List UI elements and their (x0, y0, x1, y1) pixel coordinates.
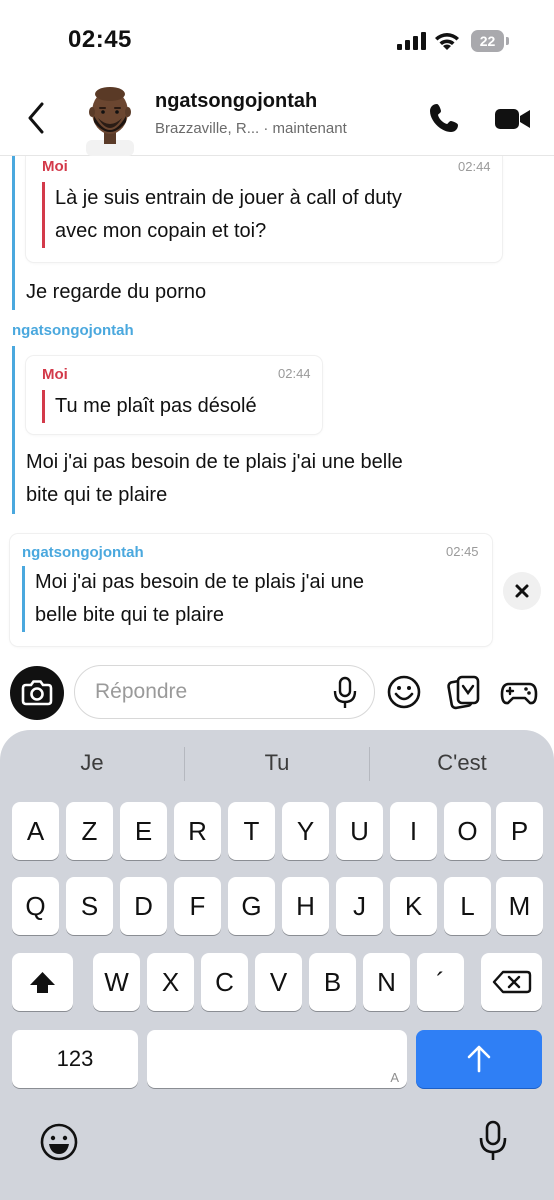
quote-line: avec mon copain et toi? (55, 220, 267, 242)
reply-preview-text: Moi j'ai pas besoin de te plais j'ai une… (22, 566, 472, 632)
key[interactable]: Z (66, 802, 113, 860)
battery-level: 22 (479, 33, 496, 49)
space-bar[interactable]: A (147, 1030, 407, 1088)
key[interactable]: C (201, 953, 248, 1011)
key[interactable]: I (390, 802, 437, 860)
status-time: 02:45 (68, 26, 132, 53)
contact-name[interactable]: ngatsongojontah (155, 90, 317, 113)
battery-indicator: 22 (471, 30, 509, 52)
reply-preview-time: 02:45 (446, 544, 479, 559)
close-reply-icon[interactable] (503, 572, 541, 610)
status-bar: 02:45 22 (0, 0, 554, 78)
suggestion[interactable]: Je (0, 730, 184, 796)
quote-time: 02:44 (458, 159, 491, 174)
avatar[interactable] (78, 82, 142, 156)
reply-preview-card[interactable]: ngatsongojontah 02:45 Moi j'ai pas besoi… (10, 534, 492, 646)
key[interactable]: T (228, 802, 275, 860)
key[interactable]: W (93, 953, 140, 1011)
message-group (12, 156, 15, 310)
emoji-icon[interactable] (384, 672, 424, 712)
wifi-icon (435, 33, 459, 50)
key[interactable]: O (444, 802, 491, 860)
backspace-icon (492, 970, 532, 994)
suggestion[interactable]: C'est (370, 730, 554, 796)
quote-text: Tu me plaît pas désolé (42, 390, 312, 423)
key[interactable]: R (174, 802, 221, 860)
camera-icon (21, 680, 53, 706)
video-call-icon[interactable] (494, 104, 532, 134)
key[interactable]: U (336, 802, 383, 860)
reply-input-wrapper (74, 665, 375, 719)
game-controller-icon[interactable] (499, 672, 539, 712)
space-language-hint: A (390, 1070, 399, 1085)
delete-key[interactable] (481, 953, 542, 1011)
quote-text: Là je suis entrain de jouer à call of du… (42, 182, 482, 248)
reply-preview-line: Moi j'ai pas besoin de te plais j'ai une (35, 571, 364, 593)
key[interactable]: P (496, 802, 543, 860)
contact-location-status: Brazzaville, R... · maintenant (155, 120, 347, 137)
shift-key[interactable] (12, 953, 73, 1011)
quote-sender: Moi (42, 158, 68, 175)
quote-time: 02:44 (278, 366, 311, 381)
key[interactable]: J (336, 877, 383, 935)
quoted-message-card[interactable]: Moi 02:44 Là je suis entrain de jouer à … (26, 156, 502, 262)
key[interactable]: K (390, 877, 437, 935)
key[interactable]: L (444, 877, 491, 935)
key[interactable]: Y (282, 802, 329, 860)
keyboard: Je Tu C'est A Z E R T Y U I O P Q S D F … (0, 730, 554, 1200)
key[interactable]: B (309, 953, 356, 1011)
message-text: Moi j'ai pas besoin de te plais j'ai une… (26, 446, 526, 512)
autocomplete-bar: Je Tu C'est (0, 730, 554, 796)
accent-key[interactable]: ´ (417, 953, 464, 1011)
reply-preview-line: belle bite qui te plaire (35, 604, 225, 626)
quote-sender: Moi (42, 366, 68, 383)
key[interactable]: N (363, 953, 410, 1011)
composer-bar (0, 654, 554, 730)
send-key[interactable] (416, 1030, 542, 1088)
arrow-up-icon (467, 1045, 491, 1073)
key[interactable]: V (255, 953, 302, 1011)
phone-call-icon[interactable] (428, 102, 464, 134)
key[interactable]: X (147, 953, 194, 1011)
camera-button[interactable] (10, 666, 64, 720)
suggestion[interactable]: Tu (185, 730, 369, 796)
message-line: Moi j'ai pas besoin de te plais j'ai une… (26, 451, 403, 473)
numbers-key[interactable]: 123 (12, 1030, 138, 1088)
quote-line: Tu me plaît pas désolé (55, 395, 257, 417)
message-group (12, 346, 15, 514)
key[interactable]: E (120, 802, 167, 860)
message-sender: ngatsongojontah (12, 322, 134, 339)
emoji-keyboard-icon[interactable] (38, 1121, 80, 1163)
key[interactable]: H (282, 877, 329, 935)
dictation-microphone-icon[interactable] (478, 1120, 508, 1164)
chat-header: ngatsongojontah Brazzaville, R... · main… (0, 78, 554, 156)
message-text: Je regarde du porno (26, 281, 207, 303)
sticker-icon[interactable] (444, 672, 484, 712)
back-button[interactable] (22, 100, 50, 136)
key[interactable]: D (120, 877, 167, 935)
key[interactable]: M (496, 877, 543, 935)
message-line: bite qui te plaire (26, 484, 168, 506)
key[interactable]: F (174, 877, 221, 935)
message-list[interactable]: Moi 02:44 Là je suis entrain de jouer à … (0, 156, 554, 654)
quoted-message-card[interactable]: Moi 02:44 Tu me plaît pas désolé (26, 356, 322, 434)
microphone-icon[interactable] (332, 676, 358, 710)
key[interactable]: G (228, 877, 275, 935)
cellular-signal-icon (397, 32, 426, 50)
key[interactable]: Q (12, 877, 59, 935)
key[interactable]: S (66, 877, 113, 935)
shift-arrow-icon (30, 972, 55, 993)
quote-line: Là je suis entrain de jouer à call of du… (55, 187, 402, 209)
reply-input[interactable] (95, 666, 325, 717)
reply-preview-sender: ngatsongojontah (22, 544, 144, 561)
key[interactable]: A (12, 802, 59, 860)
